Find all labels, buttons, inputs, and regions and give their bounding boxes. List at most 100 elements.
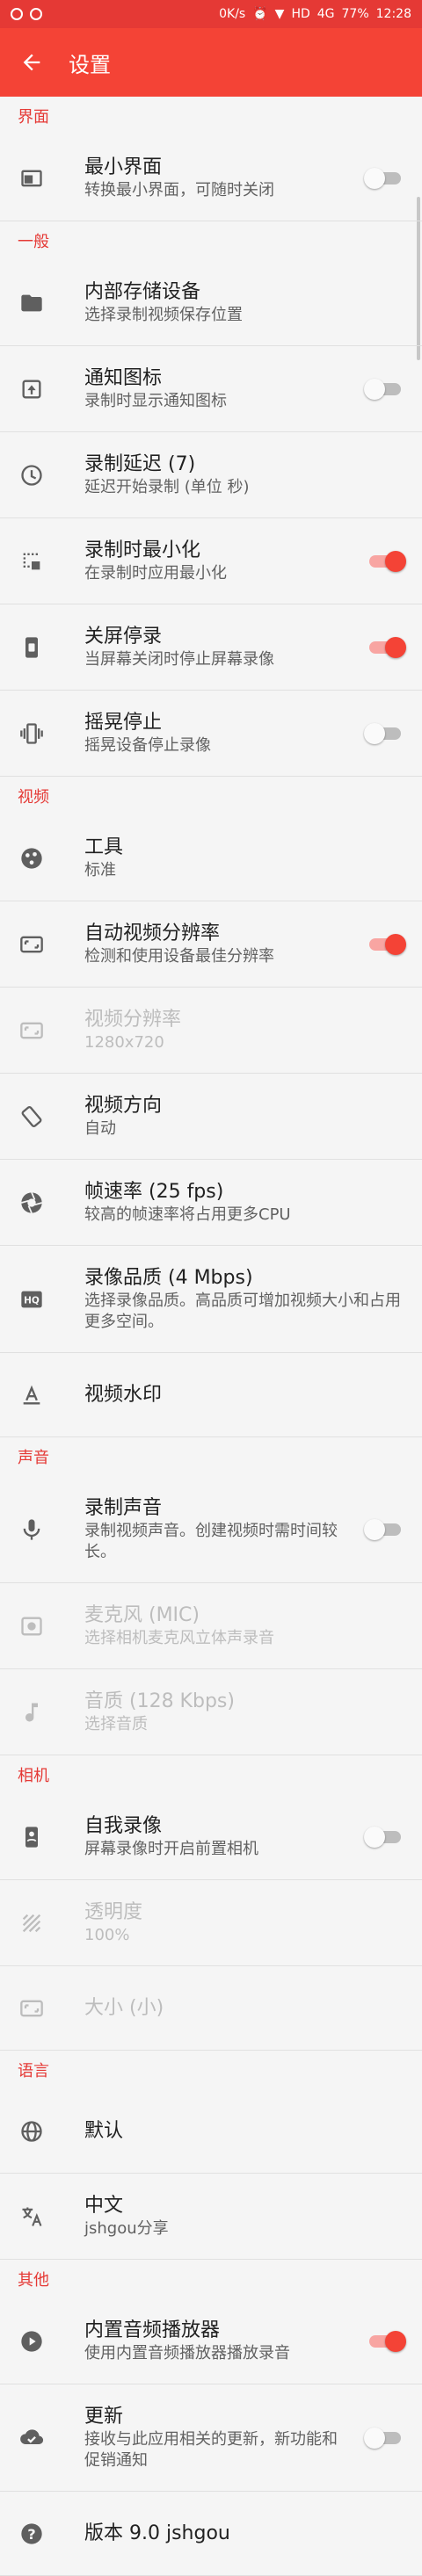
- status-bar: 0K/s ⏰ ▼ HD 4G 77% 12:28: [0, 0, 422, 28]
- setting-title: 视频分辨率: [84, 1008, 182, 1031]
- toggle-switch[interactable]: [364, 549, 406, 574]
- svg-text:HQ: HQ: [24, 1295, 40, 1306]
- setting-text: 摇晃停止 摇晃设备停止录像: [84, 711, 364, 756]
- music-icon: [18, 1698, 46, 1726]
- setting-item[interactable]: 最小界面转换最小界面，可随时关闭: [0, 135, 422, 221]
- toggle-switch[interactable]: [364, 2329, 406, 2354]
- setting-item[interactable]: 内部存储设备 选择录制视频保存位置: [0, 260, 422, 346]
- network-speed: 0K/s: [219, 7, 246, 21]
- setting-item[interactable]: 录制声音 录制视频声音。创建视频时需时间较长。: [0, 1476, 422, 1583]
- setting-text: 内部存储设备 选择录制视频保存位置: [84, 280, 422, 326]
- setting-subtitle: 录制视频声音。创建视频时需时间较长。: [84, 1521, 338, 1561]
- setting-title: 透明度: [84, 1900, 143, 1923]
- setting-item[interactable]: 中文 jshgou分享: [0, 2174, 422, 2260]
- setting-subtitle: 选择音质: [84, 1714, 148, 1733]
- setting-title: 录像品质 (4 Mbps): [84, 1266, 253, 1289]
- setting-subtitle: 自动: [84, 1118, 116, 1138]
- setting-title: 录制时最小化: [84, 539, 201, 561]
- setting-item[interactable]: 录制时最小化在录制时应用最小化: [0, 518, 422, 604]
- setting-subtitle: 选择录像品质。高品质可增加视频大小和占用更多空间。: [84, 1291, 401, 1331]
- setting-title: 通知图标: [84, 366, 163, 389]
- setting-item: 透明度 100%: [0, 1880, 422, 1966]
- switch-thumb: [385, 2330, 406, 2352]
- setting-title: 默认: [84, 2119, 124, 2142]
- play-icon: [18, 2327, 46, 2355]
- section-header: 相机: [18, 1767, 49, 1785]
- battery-level: 77%: [341, 7, 369, 21]
- setting-item[interactable]: 关屏停录 当屏幕关闭时停止屏幕录像: [0, 604, 422, 691]
- setting-title: 摇晃停止: [84, 711, 163, 734]
- toggle-switch[interactable]: [364, 1825, 406, 1849]
- setting-item[interactable]: 更新 接收与此应用相关的更新，新功能和促销通知: [0, 2384, 422, 2492]
- setting-title: 内置音频播放器: [84, 2319, 221, 2341]
- setting-title: 更新: [84, 2405, 124, 2428]
- setting-item[interactable]: ? 版本 9.0 jshgou: [0, 2492, 422, 2576]
- setting-title: 自我录像: [84, 1814, 163, 1837]
- setting-subtitle: 接收与此应用相关的更新，新功能和促销通知: [84, 2429, 338, 2470]
- setting-item[interactable]: 通知图标 录制时显示通知图标: [0, 346, 422, 432]
- switch-thumb: [364, 378, 385, 400]
- clock-icon: [18, 461, 46, 489]
- switch-thumb: [385, 933, 406, 955]
- wifi-icon: ▼: [274, 7, 285, 21]
- setting-title: 音质 (128 Kbps): [84, 1690, 235, 1712]
- setting-item[interactable]: 自动视频分辨率 检测和使用设备最佳分辨率: [0, 901, 422, 988]
- toggle-switch[interactable]: [364, 2426, 406, 2450]
- page-title: 设置: [69, 52, 111, 77]
- setting-title: 版本 9.0 jshgou: [84, 2522, 230, 2544]
- alarm-icon: ⏰: [252, 7, 268, 21]
- phone-icon: [18, 633, 46, 662]
- toggle-switch[interactable]: [364, 1517, 406, 1542]
- switch-thumb: [385, 550, 406, 572]
- setting-item[interactable]: 视频方向 自动: [0, 1074, 422, 1160]
- switch-thumb: [364, 1518, 385, 1540]
- rotate-icon: [18, 1103, 46, 1131]
- setting-title: 视频水印: [84, 1383, 163, 1406]
- setting-item[interactable]: 视频水印: [0, 1353, 422, 1437]
- hq-icon: HQ: [18, 1285, 46, 1313]
- setting-text: 录制延迟 (7) 延迟开始录制 (单位 秒): [84, 452, 422, 498]
- setting-item[interactable]: 自我录像 屏幕录像时开启前置相机: [0, 1794, 422, 1880]
- setting-text: 录像品质 (4 Mbps) 选择录像品质。高品质可增加视频大小和占用更多空间。: [84, 1266, 422, 1333]
- setting-text: 工具 标准: [84, 836, 422, 881]
- setting-item[interactable]: 内置音频播放器 使用内置音频播放器播放录音: [0, 2298, 422, 2384]
- toggle-switch[interactable]: [364, 166, 406, 191]
- setting-item[interactable]: 摇晃停止 摇晃设备停止录像: [0, 691, 422, 777]
- svg-text:?: ?: [27, 2525, 35, 2542]
- toggle-switch[interactable]: [364, 635, 406, 660]
- back-button[interactable]: [16, 47, 47, 78]
- vibrate-icon: [18, 720, 46, 748]
- setting-subtitle: 在录制时应用最小化: [84, 563, 227, 582]
- setting-title: 中文: [84, 2194, 124, 2217]
- setting-subtitle: 标准: [84, 860, 116, 879]
- setting-title: 录制声音: [84, 1496, 163, 1519]
- setting-item[interactable]: 默认: [0, 2089, 422, 2174]
- setting-text: 透明度 100%: [84, 1900, 422, 1946]
- help-icon: ?: [18, 2520, 46, 2548]
- setting-text: 帧速率 (25 fps) 较高的帧速率将占用更多CPU: [84, 1180, 422, 1226]
- setting-text: 视频分辨率 1280x720: [84, 1008, 422, 1053]
- setting-title: 最小界面: [84, 156, 163, 178]
- toggle-switch[interactable]: [364, 932, 406, 957]
- setting-item[interactable]: 帧速率 (25 fps) 较高的帧速率将占用更多CPU: [0, 1160, 422, 1246]
- setting-subtitle: 转换最小界面，可随时关闭: [84, 180, 274, 199]
- section-header: 语言: [18, 2062, 49, 2080]
- setting-title: 视频方向: [84, 1094, 163, 1117]
- setting-text: 麦克风 (MIC) 选择相机麦克风立体声录音: [84, 1603, 422, 1649]
- setting-text: 默认: [84, 2119, 422, 2144]
- setting-text: 视频水印: [84, 1383, 422, 1407]
- settings-list: 界面 最小界面 转换最小界面，可随时关闭 一般 内部存储设备 选择录制视频保存位置 通知图标…: [0, 97, 422, 2576]
- text-icon: [18, 1381, 46, 1409]
- section-header: 一般: [18, 233, 49, 251]
- setting-item: 麦克风 (MIC) 选择相机麦克风立体声录音: [0, 1583, 422, 1669]
- toggle-switch[interactable]: [364, 377, 406, 402]
- setting-item[interactable]: HQ 录像品质 (4 Mbps) 选择录像品质。高品质可增加视频大小和占用更多空间。: [0, 1246, 422, 1353]
- setting-item[interactable]: 工具 标准: [0, 815, 422, 901]
- setting-subtitle: jshgou分享: [84, 2218, 169, 2238]
- cloud-check-icon: [18, 2424, 46, 2452]
- setting-text: 最小界面转换最小界面，可随时关闭: [84, 156, 364, 201]
- setting-item[interactable]: 录制延迟 (7) 延迟开始录制 (单位 秒): [0, 432, 422, 518]
- toggle-switch[interactable]: [364, 721, 406, 746]
- arrow-back-icon: [23, 54, 40, 71]
- setting-subtitle: 100%: [84, 1925, 130, 1944]
